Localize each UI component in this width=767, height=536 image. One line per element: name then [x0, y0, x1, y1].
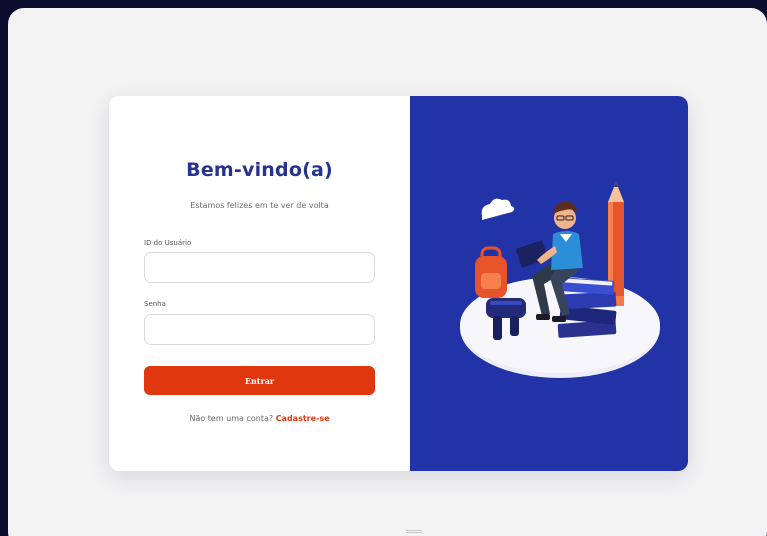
- student-reading-illustration-icon: [460, 182, 660, 378]
- login-form-panel: Bem-vindo(a) Estamos felizes em te ver d…: [109, 96, 410, 471]
- user-id-label: ID do Usuário: [144, 239, 192, 247]
- page-subtitle: Estamos felizes em te ver de volta: [190, 201, 329, 210]
- signup-prompt: Não tem uma conta?: [189, 414, 274, 423]
- login-card: Bem-vindo(a) Estamos felizes em te ver d…: [109, 96, 688, 471]
- password-input[interactable]: [144, 314, 375, 345]
- page-title: Bem-vindo(a): [186, 159, 333, 181]
- illustration-panel: [410, 96, 688, 471]
- login-button[interactable]: Entrar: [144, 366, 375, 395]
- password-label: Senha: [144, 300, 166, 308]
- signup-link[interactable]: Cadastre-se: [276, 414, 330, 423]
- signup-row: Não tem uma conta? Cadastre-se: [109, 414, 410, 423]
- user-id-input[interactable]: [144, 252, 375, 283]
- window-resize-handle[interactable]: [406, 530, 422, 533]
